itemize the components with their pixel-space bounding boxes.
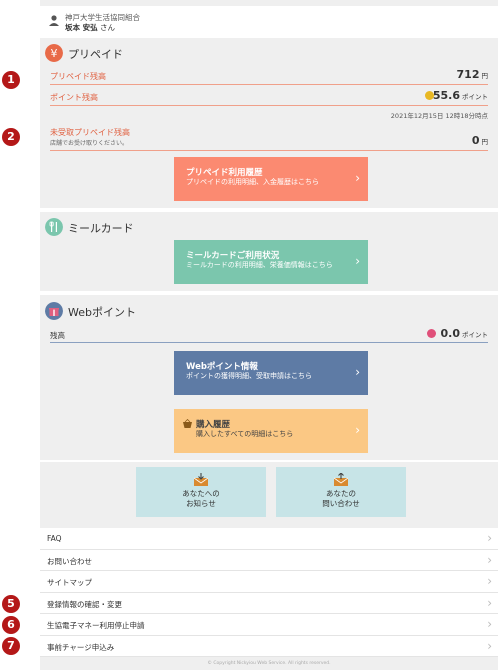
divider	[50, 342, 488, 343]
menu-item-faq[interactable]: FAQ ›	[40, 528, 498, 550]
meal-usage-button[interactable]: ミールカードご利用状況 ミールカードの利用明細、栄養価情報はこちら ›	[174, 240, 368, 284]
menu-item-contact[interactable]: お問い合わせ ›	[40, 550, 498, 571]
user-icon	[49, 15, 59, 26]
section-divider	[40, 208, 498, 212]
prepaid-balance-row: プリペイド残高 712 円	[40, 66, 498, 86]
webpoint-balance-row: 残高 0.0 ポイント	[40, 326, 498, 344]
unreceived-subtext: 店舗でお受け取りください。	[50, 140, 129, 147]
chevron-right-icon: ›	[487, 617, 492, 631]
app-frame: 神戸大学生活協同組合 坂本 安弘 さん ¥ プリペイド プリペイド残高 712 円…	[40, 0, 498, 670]
menu-item-sitemap[interactable]: サイトマップ ›	[40, 571, 498, 593]
annotation-marker: 7	[2, 637, 20, 655]
chevron-right-icon: ›	[355, 423, 360, 437]
prepaid-history-button[interactable]: プリペイド利用履歴 プリペイドの利用明細、入金履歴はこちら ›	[174, 157, 368, 201]
divider	[50, 150, 488, 151]
yen-icon: ¥	[45, 44, 63, 62]
menu-item-precharge[interactable]: 事前チャージ申込み ›	[40, 636, 498, 657]
prepaid-balance-value: 712 円	[456, 68, 488, 81]
menu-item-emoney-suspension[interactable]: 生協電子マネー利用停止申請 ›	[40, 614, 498, 636]
your-inquiries-card[interactable]: あなたの 問い合わせ	[276, 467, 406, 517]
webpoint-title: Webポイント	[68, 306, 136, 319]
unreceived-value: 0円	[471, 134, 488, 147]
section-divider	[40, 291, 498, 295]
chevron-right-icon: ›	[355, 171, 360, 185]
chevron-right-icon: ›	[355, 254, 360, 268]
annotation-marker: 6	[2, 616, 20, 634]
gift-icon	[45, 302, 63, 320]
menu-item-account-settings[interactable]: 登録情報の確認・変更 ›	[40, 593, 498, 614]
chevron-right-icon: ›	[487, 574, 492, 588]
chevron-right-icon: ›	[487, 638, 492, 653]
points-balance-value: 55.6 ポイント	[432, 89, 488, 102]
notices-to-you-card[interactable]: あなたへの お知らせ	[136, 467, 266, 517]
your-inquiries-label: あなたの 問い合わせ	[322, 489, 360, 508]
prepaid-title: プリペイド	[68, 48, 123, 61]
footer-menu: FAQ › お問い合わせ › サイトマップ › 登録情報の確認・変更 › 生協電…	[40, 528, 498, 657]
copyright: © Copyright Nickyiou Web Service. All ri…	[207, 661, 331, 666]
divider	[50, 105, 488, 106]
notices-to-you-label: あなたへの お知らせ	[182, 489, 220, 508]
annotation-marker: 2	[2, 128, 20, 146]
chevron-right-icon: ›	[355, 365, 360, 379]
user-name: 坂本 安弘 さん	[65, 23, 116, 32]
prepaid-history-subtitle: プリペイドの利用明細、入金履歴はこちら	[186, 178, 319, 186]
points-balance-row: ポイント残高 55.6 ポイント	[40, 86, 498, 106]
purchase-history-button[interactable]: 購入履歴 購入したすべての明細はこちら ›	[174, 409, 368, 453]
webpoint-section-header: Webポイント	[40, 298, 498, 324]
webpoint-balance-value: 0.0 ポイント	[440, 327, 489, 340]
chevron-right-icon: ›	[487, 531, 492, 545]
prepaid-balance-label: プリペイド残高	[50, 72, 106, 81]
unreceived-label: 未受取プリペイド残高	[50, 128, 130, 137]
webpoint-balance-label: 残高	[50, 331, 65, 340]
mail-upload-icon	[334, 473, 348, 486]
balance-timestamp: 2021年12月15日 12時18分時点	[390, 112, 488, 120]
webpoint-info-button[interactable]: Webポイント情報 ポイントの獲得明細、受取申請はこちら ›	[174, 351, 368, 395]
points-balance-label: ポイント残高	[50, 93, 98, 102]
meal-section-header: ミールカード	[40, 214, 498, 240]
svg-text:¥: ¥	[51, 47, 58, 60]
basket-icon	[183, 419, 192, 428]
chevron-right-icon: ›	[487, 595, 492, 610]
unreceived-row: 未受取プリペイド残高 店舗でお受け取りください。 0円	[40, 124, 498, 152]
mail-download-icon	[194, 473, 208, 486]
utensils-icon	[45, 218, 63, 236]
purchase-history-subtitle: 購入したすべての明細はこちら	[196, 430, 294, 438]
annotation-marker: 5	[2, 595, 20, 613]
meal-title: ミールカード	[68, 222, 134, 235]
meal-usage-subtitle: ミールカードの利用明細、栄養価情報はこちら	[186, 261, 333, 269]
annotation-marker: 1	[2, 71, 20, 89]
coin-icon	[427, 329, 436, 338]
user-bar: 神戸大学生活協同組合 坂本 安弘 さん	[40, 6, 498, 38]
webpoint-info-subtitle: ポイントの獲得明細、受取申請はこちら	[186, 372, 312, 380]
chevron-right-icon: ›	[487, 552, 492, 567]
section-divider	[40, 460, 498, 462]
divider	[50, 84, 488, 85]
prepaid-section-header: ¥ プリペイド	[40, 40, 498, 66]
